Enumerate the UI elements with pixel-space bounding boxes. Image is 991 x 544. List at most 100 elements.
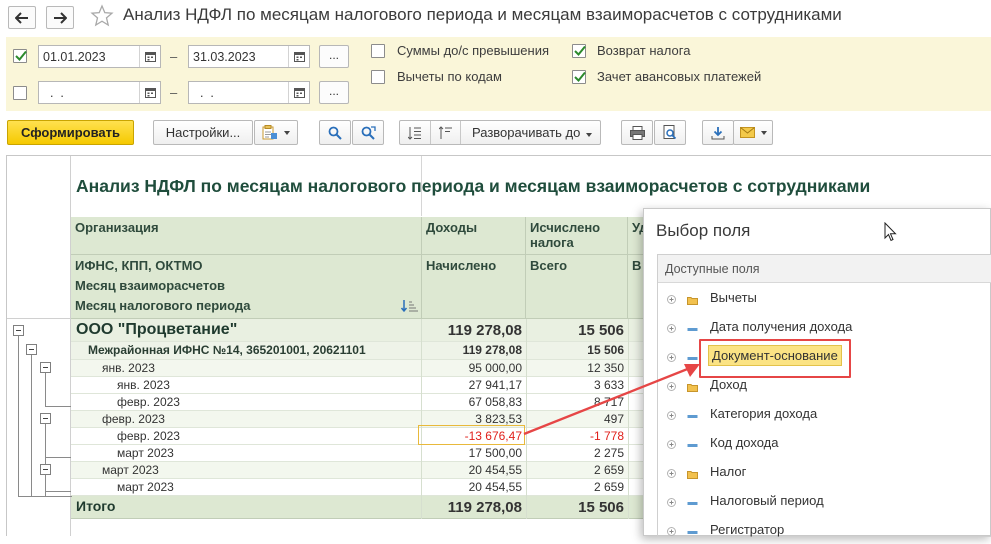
sort-descending-icon[interactable] bbox=[401, 299, 419, 313]
expand-to-dropdown[interactable]: Разворачивать до bbox=[472, 125, 593, 140]
variants-dropdown-button[interactable] bbox=[254, 120, 298, 145]
field-label: Вычеты bbox=[710, 290, 757, 305]
expand-plus-icon[interactable] bbox=[667, 524, 676, 539]
chevron-down-icon bbox=[760, 130, 767, 135]
available-fields-list[interactable]: Доступные поля Вычеты Дата получения дох… bbox=[657, 254, 991, 537]
calendar-icon[interactable] bbox=[288, 82, 309, 103]
period2-to-value: . . bbox=[193, 86, 214, 100]
row-label: март 2023 bbox=[102, 463, 159, 477]
period1-to-value: 31.03.2023 bbox=[193, 50, 256, 64]
expand-list-icon bbox=[408, 126, 421, 140]
search-button[interactable] bbox=[319, 120, 351, 145]
period2-checkbox[interactable] bbox=[13, 86, 27, 100]
field-label: Дата получения дохода bbox=[710, 319, 853, 334]
period2-to-field[interactable]: . . bbox=[188, 81, 310, 104]
field-item[interactable]: Регистратор bbox=[658, 515, 991, 544]
popup-title: Выбор поля bbox=[656, 221, 751, 240]
row-income: 20 454,55 bbox=[468, 463, 522, 477]
annotation-highlight-box bbox=[699, 339, 851, 378]
favorite-star-icon[interactable] bbox=[90, 4, 114, 31]
range-dash: – bbox=[170, 49, 178, 64]
header-total: Всего bbox=[526, 255, 628, 319]
row-label: февр. 2023 bbox=[117, 429, 180, 443]
period1-select-button[interactable]: ... bbox=[319, 45, 349, 68]
download-icon bbox=[711, 126, 725, 139]
field-label: Налог bbox=[710, 464, 747, 479]
field-item[interactable]: Налог bbox=[658, 457, 991, 486]
collapse-group-icon[interactable] bbox=[40, 413, 51, 424]
expand-all-button[interactable] bbox=[400, 121, 430, 144]
expand-plus-icon[interactable] bbox=[667, 292, 676, 307]
collapse-group-icon[interactable] bbox=[26, 344, 37, 355]
row-income: 20 454,55 bbox=[468, 480, 522, 494]
tree-line bbox=[45, 491, 71, 492]
field-label: Доход bbox=[710, 377, 747, 392]
printer-icon bbox=[629, 125, 645, 140]
expand-group: Разворачивать до bbox=[399, 120, 601, 145]
option-exceed-checkbox[interactable] bbox=[371, 44, 385, 58]
period1-to-field[interactable]: 31.03.2023 bbox=[188, 45, 310, 68]
print-preview-button[interactable] bbox=[654, 120, 686, 145]
period2-select-button[interactable]: ... bbox=[319, 81, 349, 104]
tree-line bbox=[45, 406, 71, 407]
header-month-tax-label: Месяц налогового периода bbox=[75, 298, 251, 313]
mouse-cursor-icon bbox=[884, 222, 897, 242]
header-accrued: Начислено bbox=[422, 255, 526, 319]
back-button[interactable] bbox=[8, 6, 36, 29]
collapse-all-button[interactable] bbox=[431, 121, 460, 144]
folder-icon bbox=[687, 293, 698, 308]
period2-from-field[interactable]: . . bbox=[38, 81, 161, 104]
option-advance-checkbox[interactable] bbox=[572, 70, 586, 84]
field-item[interactable]: Налоговый период bbox=[658, 486, 991, 515]
arrow-left-icon bbox=[15, 11, 28, 24]
row-income: 119 278,08 bbox=[462, 343, 522, 357]
period1-from-field[interactable]: 01.01.2023 bbox=[38, 45, 161, 68]
period1-checkbox[interactable] bbox=[13, 49, 27, 63]
envelope-icon bbox=[739, 127, 755, 138]
field-label: Код дохода bbox=[710, 435, 779, 450]
total-label: Итого bbox=[76, 498, 116, 514]
row-tax: 2 659 bbox=[593, 480, 624, 494]
header-calc-tax: Исчислено налога bbox=[526, 217, 628, 255]
expand-plus-icon[interactable] bbox=[667, 495, 676, 510]
collapse-group-icon[interactable] bbox=[40, 362, 51, 373]
settings-button[interactable]: Настройки... bbox=[153, 120, 253, 145]
period2-from-value: . . bbox=[43, 86, 64, 100]
folder-icon bbox=[687, 467, 698, 482]
expand-plus-icon[interactable] bbox=[667, 466, 676, 481]
print-button[interactable] bbox=[621, 120, 653, 145]
row-income: 67 058,83 bbox=[468, 395, 522, 409]
row-label: февр. 2023 bbox=[102, 412, 165, 426]
list-header: Доступные поля bbox=[658, 255, 991, 283]
field-icon bbox=[687, 496, 698, 511]
send-email-button[interactable] bbox=[733, 120, 773, 145]
chevron-down-icon bbox=[284, 130, 290, 135]
calendar-icon[interactable] bbox=[139, 82, 160, 103]
option-refund-checkbox[interactable] bbox=[572, 44, 586, 58]
row-label: янв. 2023 bbox=[117, 378, 170, 392]
collapse-group-icon[interactable] bbox=[13, 325, 24, 336]
expand-plus-icon[interactable] bbox=[667, 321, 676, 336]
field-item[interactable]: Вычеты bbox=[658, 283, 991, 312]
search-clear-button[interactable] bbox=[352, 120, 384, 145]
field-item[interactable]: Категория дохода bbox=[658, 399, 991, 428]
calendar-icon[interactable] bbox=[288, 46, 309, 67]
save-button[interactable] bbox=[702, 120, 734, 145]
header-ifns: ИФНС, КПП, ОКТМО bbox=[71, 255, 422, 275]
report-title: Анализ НДФЛ по месяцам налогового период… bbox=[76, 176, 871, 196]
tree-line bbox=[45, 372, 46, 406]
column-divider bbox=[421, 319, 422, 519]
collapse-group-icon[interactable] bbox=[40, 464, 51, 475]
field-item[interactable]: Код дохода bbox=[658, 428, 991, 457]
tree-line bbox=[45, 457, 71, 458]
forward-button[interactable] bbox=[46, 6, 74, 29]
generate-button[interactable]: Сформировать bbox=[7, 120, 134, 145]
calendar-icon[interactable] bbox=[139, 46, 160, 67]
field-item[interactable]: Дата получения дохода bbox=[658, 312, 991, 341]
option-deductions-checkbox[interactable] bbox=[371, 70, 385, 84]
tree-line bbox=[18, 336, 19, 496]
field-icon bbox=[687, 525, 698, 540]
header-org: Организация bbox=[71, 217, 422, 255]
page-title: Анализ НДФЛ по месяцам налогового период… bbox=[123, 5, 842, 24]
period1-from-value: 01.01.2023 bbox=[43, 50, 106, 64]
